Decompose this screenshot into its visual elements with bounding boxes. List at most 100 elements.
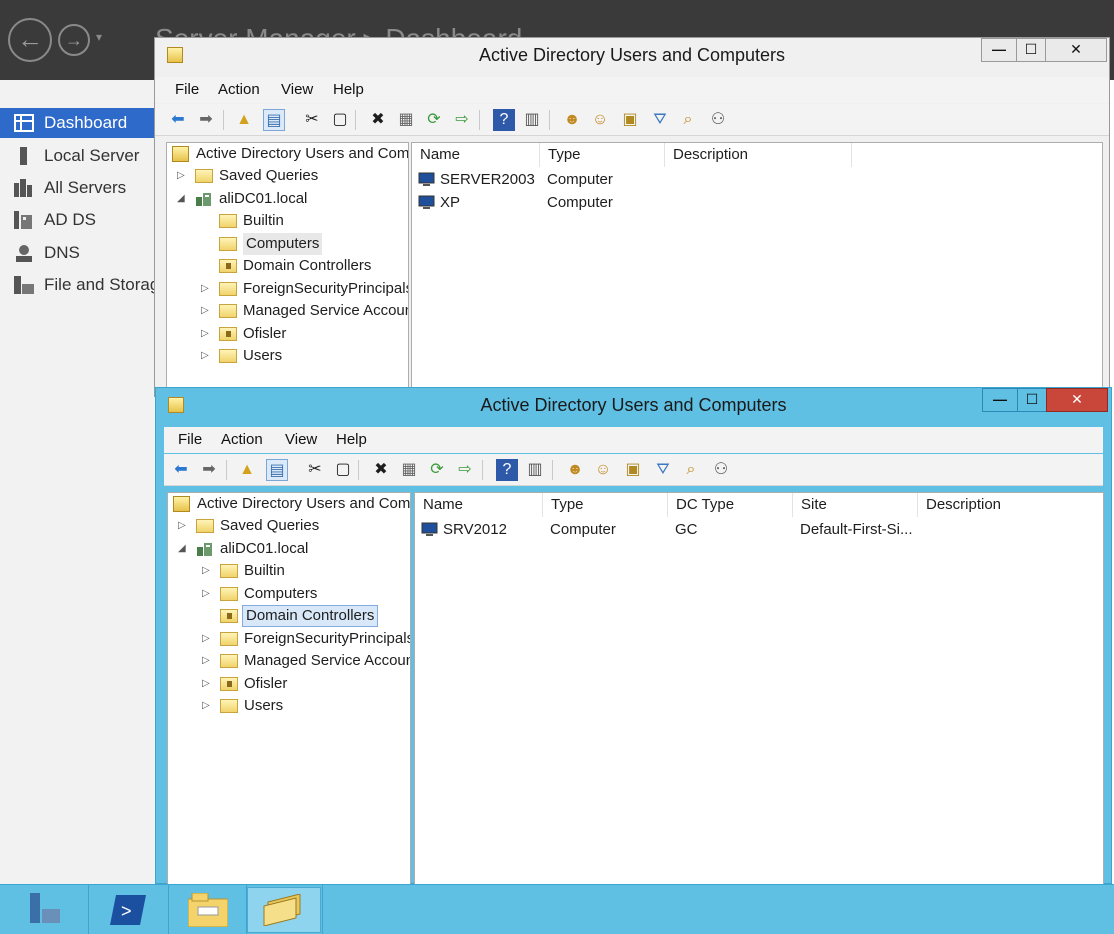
new-group-icon[interactable]: ☺ — [592, 459, 614, 481]
title-bar[interactable]: Active Directory Users and Computers — ☐… — [155, 38, 1109, 72]
expand-icon[interactable]: ▷ — [201, 323, 211, 345]
sidebar-item-dashboard[interactable]: Dashboard — [0, 108, 155, 138]
column-header-site[interactable]: Site — [793, 493, 918, 517]
menu-file[interactable]: File — [175, 81, 199, 98]
copy-icon[interactable]: ▢ — [332, 459, 354, 481]
table-row[interactable]: XP Computer — [418, 192, 718, 214]
explorer-task[interactable] — [172, 887, 246, 933]
ou-folder-icon — [220, 677, 238, 691]
sidebar-item-dns[interactable]: DNS — [0, 238, 155, 268]
show-action-pane-icon[interactable]: ▥ — [524, 459, 546, 481]
local-server-icon — [20, 147, 27, 165]
menu-file[interactable]: File — [178, 431, 202, 448]
filter-icon[interactable]: ⛛ — [649, 109, 671, 131]
column-header-name[interactable]: Name — [412, 143, 540, 167]
maximize-button[interactable]: ☐ — [1016, 38, 1046, 62]
up-folder-icon[interactable]: ▲ — [233, 109, 255, 131]
expand-icon[interactable]: ▷ — [201, 300, 211, 322]
sidebar-item-ad-ds[interactable]: AD DS — [0, 205, 155, 235]
column-header-description[interactable]: Description — [665, 143, 852, 167]
aduc-task[interactable] — [247, 887, 321, 933]
sidebar-item-local-server[interactable]: Local Server — [0, 141, 155, 171]
menu-view[interactable]: View — [281, 81, 313, 98]
expand-icon[interactable]: ▷ — [202, 583, 212, 605]
export-list-icon[interactable]: ⇨ — [454, 459, 476, 481]
back-icon[interactable]: ⬅ — [167, 109, 189, 131]
folder-icon — [219, 214, 237, 228]
expand-icon[interactable]: ▷ — [177, 165, 187, 187]
new-user-icon[interactable]: ☻ — [564, 459, 586, 481]
menu-help[interactable]: Help — [336, 431, 367, 448]
help-icon[interactable]: ? — [496, 459, 518, 481]
aduc-window-front[interactable]: Active Directory Users and Computers — ☐… — [155, 387, 1112, 885]
menu-help[interactable]: Help — [333, 81, 364, 98]
powershell-task[interactable]: > — [92, 887, 166, 933]
new-ou-icon[interactable]: ▣ — [622, 459, 644, 481]
menu-action[interactable]: Action — [221, 431, 263, 448]
cut-icon[interactable]: ✂ — [301, 109, 323, 131]
forward-arrow-icon[interactable]: → — [58, 24, 90, 56]
up-folder-icon[interactable]: ▲ — [236, 459, 258, 481]
add-to-group-icon[interactable]: ⚇ — [710, 459, 732, 481]
filter-icon[interactable]: ⛛ — [652, 459, 674, 481]
delete-icon[interactable]: ✖ — [367, 109, 389, 131]
find-icon[interactable]: ⌕ — [680, 459, 702, 481]
sidebar-item-all-servers[interactable]: All Servers — [0, 173, 155, 203]
result-list: Name Type Description SERVER2003 Compute… — [411, 142, 1103, 398]
forward-icon[interactable]: ➡ — [198, 459, 220, 481]
menu-view[interactable]: View — [285, 431, 317, 448]
expand-icon[interactable]: ▷ — [202, 695, 212, 717]
new-ou-icon[interactable]: ▣ — [619, 109, 641, 131]
close-button[interactable]: ✕ — [1045, 38, 1107, 62]
svg-text:>: > — [121, 901, 132, 921]
expand-icon[interactable]: ▷ — [201, 278, 211, 300]
copy-icon[interactable]: ▢ — [329, 109, 351, 131]
column-header-description[interactable]: Description — [918, 493, 1103, 517]
find-icon[interactable]: ⌕ — [677, 109, 699, 131]
properties-icon[interactable]: ▦ — [395, 109, 417, 131]
maximize-button[interactable]: ☐ — [1017, 388, 1047, 412]
forward-icon[interactable]: ➡ — [195, 109, 217, 131]
add-to-group-icon[interactable]: ⚇ — [707, 109, 729, 131]
column-header-type[interactable]: Type — [543, 493, 668, 517]
aduc-window-back[interactable]: Active Directory Users and Computers — ☐… — [154, 37, 1110, 398]
refresh-icon[interactable]: ⟳ — [426, 459, 448, 481]
show-action-pane-icon[interactable]: ▥ — [521, 109, 543, 131]
column-header-dc-type[interactable]: DC Type — [668, 493, 793, 517]
table-row[interactable]: SERVER2003 Computer — [418, 169, 718, 191]
sidebar-item-file-storage[interactable]: File and Storage Services — [0, 270, 155, 300]
expand-icon[interactable]: ▷ — [201, 345, 211, 367]
cut-icon[interactable]: ✂ — [304, 459, 326, 481]
folder-icon — [219, 237, 237, 251]
help-icon[interactable]: ? — [493, 109, 515, 131]
export-list-icon[interactable]: ⇨ — [451, 109, 473, 131]
delete-icon[interactable]: ✖ — [370, 459, 392, 481]
column-header-name[interactable]: Name — [415, 493, 543, 517]
close-button[interactable]: ✕ — [1046, 388, 1108, 412]
history-dropdown-icon[interactable]: ▾ — [96, 30, 102, 44]
show-console-tree-icon[interactable]: ▤ — [263, 109, 285, 131]
table-row[interactable]: SRV2012 Computer GC Default-First-Si... — [421, 519, 941, 541]
expand-icon[interactable]: ▷ — [202, 628, 212, 650]
expand-icon[interactable]: ▷ — [202, 673, 212, 695]
title-bar[interactable]: Active Directory Users and Computers — ☐… — [156, 388, 1111, 422]
minimize-button[interactable]: — — [981, 38, 1017, 62]
collapse-icon[interactable]: ◢ — [178, 538, 188, 560]
back-arrow-icon[interactable]: ← — [8, 18, 52, 62]
refresh-icon[interactable]: ⟳ — [423, 109, 445, 131]
column-header-type[interactable]: Type — [540, 143, 665, 167]
menu-action[interactable]: Action — [218, 81, 260, 98]
back-icon[interactable]: ⬅ — [170, 459, 192, 481]
show-console-tree-icon[interactable]: ▤ — [266, 459, 288, 481]
collapse-icon[interactable]: ◢ — [177, 188, 187, 210]
properties-icon[interactable]: ▦ — [398, 459, 420, 481]
expand-icon[interactable]: ▷ — [202, 560, 212, 582]
minimize-button[interactable]: — — [982, 388, 1018, 412]
folder-icon — [220, 632, 238, 646]
server-manager-task[interactable] — [8, 887, 82, 933]
new-user-icon[interactable]: ☻ — [561, 109, 583, 131]
expand-icon[interactable]: ▷ — [202, 650, 212, 672]
ou-folder-icon — [220, 609, 238, 623]
new-group-icon[interactable]: ☺ — [589, 109, 611, 131]
expand-icon[interactable]: ▷ — [178, 515, 188, 537]
